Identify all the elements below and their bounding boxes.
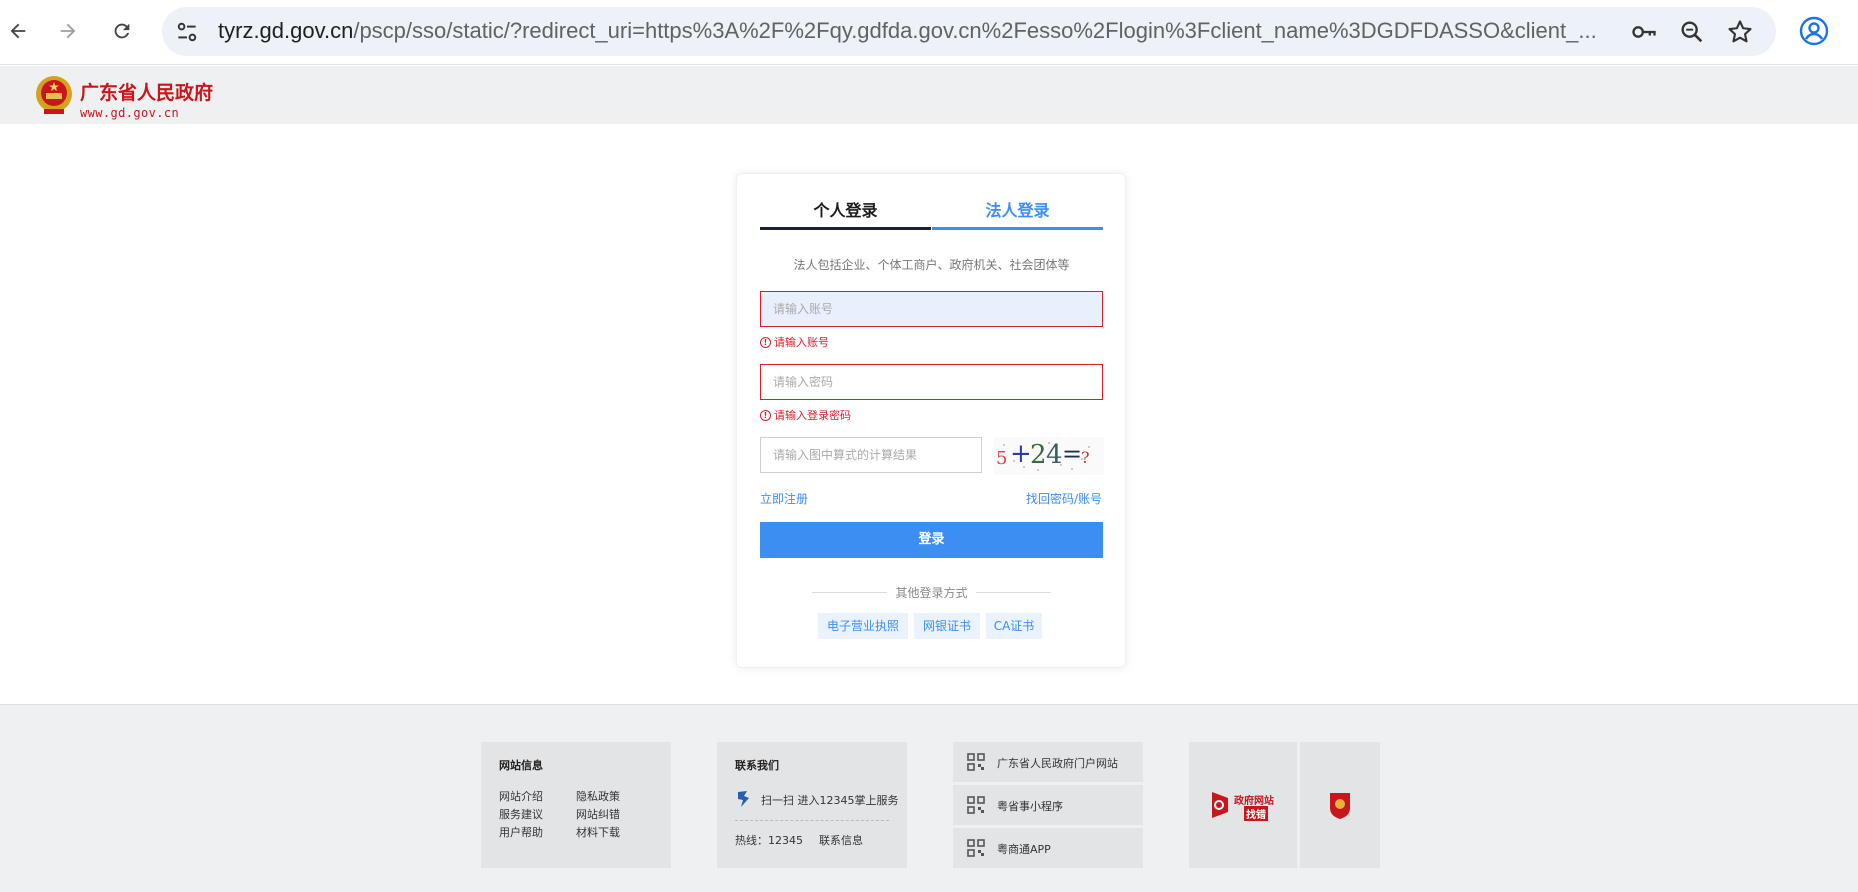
national-emblem-icon[interactable] (34, 74, 74, 116)
site-settings-icon[interactable] (174, 19, 200, 45)
site-url: www.gd.gov.cn (80, 106, 180, 120)
link-suggestions[interactable]: 服务建议 (499, 806, 543, 822)
qr-code-icon (967, 796, 985, 814)
register-link[interactable]: 立即注册 (760, 490, 808, 507)
password-input[interactable]: 请输入密码 (760, 364, 1103, 400)
account-input[interactable]: 请输入账号 (760, 291, 1103, 327)
footer: 网站信息 网站介绍 隐私政策 服务建议 网站纠错 用户帮助 材料下载 联系我们 … (0, 704, 1858, 892)
login-tabs: 个人登录 法人登录 (760, 194, 1103, 230)
svg-text:?: ? (1081, 448, 1090, 467)
qr-item-yueshangtong[interactable]: 粤商通APP (953, 828, 1143, 868)
tab-legal-login[interactable]: 法人登录 (932, 194, 1103, 230)
contact-info-link[interactable]: 联系信息 (819, 832, 863, 848)
badge-text-2: 找错 (1244, 806, 1268, 821)
bank-cert-login-button[interactable]: 网银证书 (914, 613, 980, 639)
recover-password-link[interactable]: 找回密码/账号 (1026, 490, 1102, 507)
link-downloads[interactable]: 材料下载 (576, 824, 620, 840)
svg-text:=: = (1062, 440, 1082, 468)
qr-code-icon (967, 839, 985, 857)
link-site-intro[interactable]: 网站介绍 (499, 788, 543, 804)
reload-icon[interactable] (104, 13, 140, 49)
browser-toolbar: tyrz.gd.gov.cn/pscp/sso/static/?redirect… (0, 0, 1858, 65)
qr-list: 广东省人民政府门户网站 粤省事小程序 粤商通APP (953, 742, 1143, 868)
contact-box: 联系我们 扫一扫 进入12345掌上服务 热线：12345 联系信息 (717, 742, 907, 868)
ca-cert-login-button[interactable]: CA证书 (986, 613, 1042, 639)
legal-entity-hint: 法人包括企业、个体工商户、政府机关、社会团体等 (793, 258, 1070, 272)
site-header: 广东省人民政府 www.gd.gov.cn (0, 66, 1858, 124)
service-mascot-icon (738, 791, 749, 807)
link-help[interactable]: 用户帮助 (499, 824, 543, 840)
account-error-text: 请输入账号 (774, 336, 829, 349)
key-icon[interactable] (1630, 18, 1658, 46)
party-emblem-icon (1330, 793, 1350, 819)
badge-text-1: 政府网站 (1234, 796, 1274, 807)
qr-code-icon (967, 753, 985, 771)
site-name: 广东省人民政府 (80, 82, 214, 104)
address-bar[interactable]: tyrz.gd.gov.cn/pscp/sso/static/?redirect… (162, 7, 1776, 56)
svg-text:+: + (1010, 439, 1032, 469)
account-error: ! 请输入账号 (760, 334, 829, 350)
hotline-text: 热线：12345 (735, 834, 803, 847)
captcha-image[interactable]: 5 + 2 4 = ? (994, 437, 1104, 475)
password-error-text: 请输入登录密码 (774, 409, 851, 422)
error-report-magnifier-icon (1212, 792, 1228, 818)
other-login-divider: 其他登录方式 (760, 584, 1103, 600)
contact-title: 联系我们 (735, 759, 779, 772)
bookmark-star-icon[interactable] (1726, 18, 1754, 46)
tab-personal-login[interactable]: 个人登录 (760, 194, 931, 230)
qr-item-label: 广东省人民政府门户网站 (997, 757, 1118, 770)
forward-icon[interactable] (50, 13, 86, 49)
svg-text:5: 5 (996, 448, 1007, 469)
password-error: ! 请输入登录密码 (760, 407, 851, 423)
site-info-box: 网站信息 网站介绍 隐私政策 服务建议 网站纠错 用户帮助 材料下载 (481, 742, 671, 868)
url-text[interactable]: tyrz.gd.gov.cn/pscp/sso/static/?redirect… (218, 18, 1613, 44)
qr-item-yueshengshi[interactable]: 粤省事小程序 (953, 785, 1143, 825)
site-logo[interactable]: 广东省人民政府 www.gd.gov.cn (80, 78, 213, 120)
scan-service-text[interactable]: 扫一扫 进入12345掌上服务 (761, 792, 899, 808)
qr-item-label: 粤省事小程序 (997, 800, 1063, 813)
login-card: 个人登录 法人登录 法人包括企业、个体工商户、政府机关、社会团体等 请输入账号 … (736, 173, 1126, 668)
zoom-icon[interactable] (1678, 18, 1706, 46)
link-privacy[interactable]: 隐私政策 (576, 788, 620, 804)
party-badge-box[interactable] (1300, 742, 1380, 868)
qr-item-portal[interactable]: 广东省人民政府门户网站 (953, 742, 1143, 782)
business-license-login-button[interactable]: 电子营业执照 (818, 613, 908, 639)
error-icon: ! (760, 336, 771, 348)
error-icon: ! (760, 409, 771, 421)
captcha-input[interactable]: 请输入图中算式的计算结果 (760, 437, 982, 473)
back-icon[interactable] (0, 13, 36, 49)
profile-icon[interactable] (1798, 15, 1830, 47)
svg-text:2: 2 (1030, 440, 1047, 470)
site-info-title: 网站信息 (499, 759, 543, 772)
error-report-badge-box[interactable]: 政府网站 找错 (1189, 742, 1297, 868)
qr-item-label: 粤商通APP (997, 843, 1051, 856)
login-button[interactable]: 登录 (760, 522, 1103, 558)
svg-text:4: 4 (1046, 440, 1063, 470)
link-error-report[interactable]: 网站纠错 (576, 806, 620, 822)
other-login-label: 其他登录方式 (895, 586, 968, 600)
